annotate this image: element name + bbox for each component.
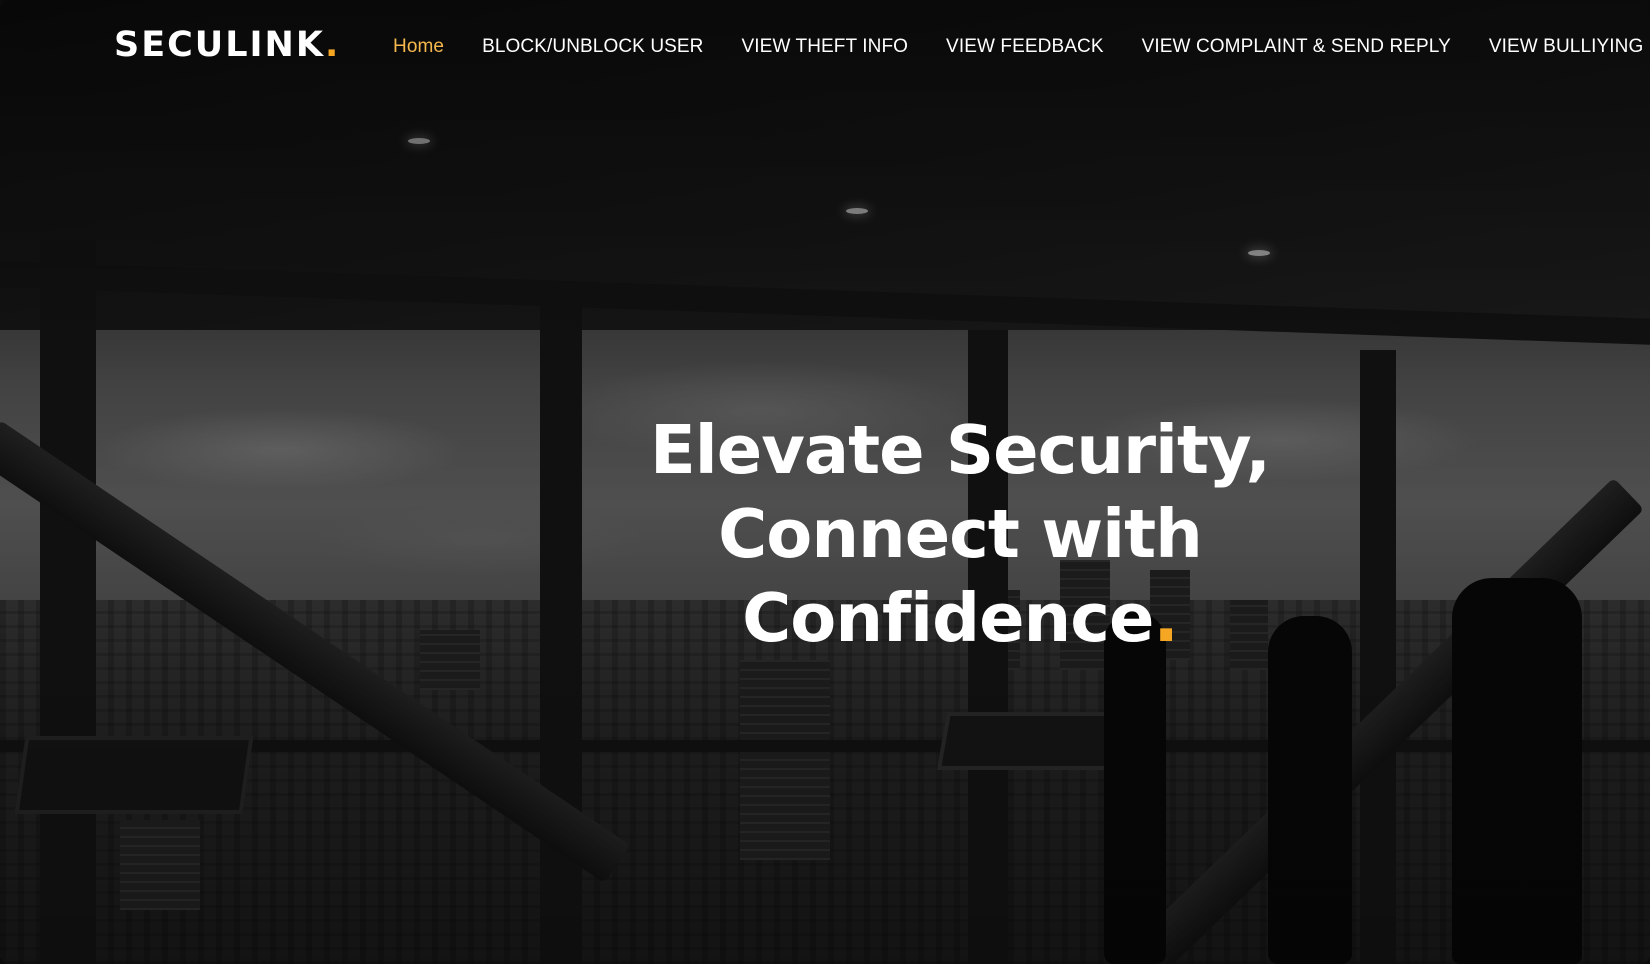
nav-item-view-feedback[interactable]: VIEW FEEDBACK [946, 34, 1104, 60]
hero-headline: Elevate Security, Connect with Confidenc… [610, 408, 1310, 660]
brand-dot: . [324, 25, 341, 65]
site-header: SECULINK. Home BLOCK/UNBLOCK USER VIEW T… [0, 0, 1650, 94]
brand-logo[interactable]: SECULINK. [114, 24, 340, 66]
hero-accent-dot: . [1153, 579, 1178, 657]
nav-item-block-unblock-user[interactable]: BLOCK/UNBLOCK USER [482, 34, 703, 60]
hero-line-3: Confidence. [610, 576, 1310, 660]
hero-line-3-text: Confidence [742, 579, 1154, 657]
nav-item-view-complaint-send-reply[interactable]: VIEW COMPLAINT & SEND REPLY [1142, 34, 1451, 60]
brand-name: SECULINK [114, 25, 325, 65]
hero-line-1: Elevate Security, [650, 411, 1271, 489]
page: SECULINK. Home BLOCK/UNBLOCK USER VIEW T… [0, 0, 1650, 964]
nav-item-home[interactable]: Home [393, 34, 444, 60]
nav-item-view-bullying[interactable]: VIEW BULLIYING II [1489, 34, 1650, 60]
hero-line-2: Connect with [718, 495, 1203, 573]
nav-item-view-theft-info[interactable]: VIEW THEFT INFO [742, 34, 909, 60]
main-nav: Home BLOCK/UNBLOCK USER VIEW THEFT INFO … [393, 34, 1650, 60]
